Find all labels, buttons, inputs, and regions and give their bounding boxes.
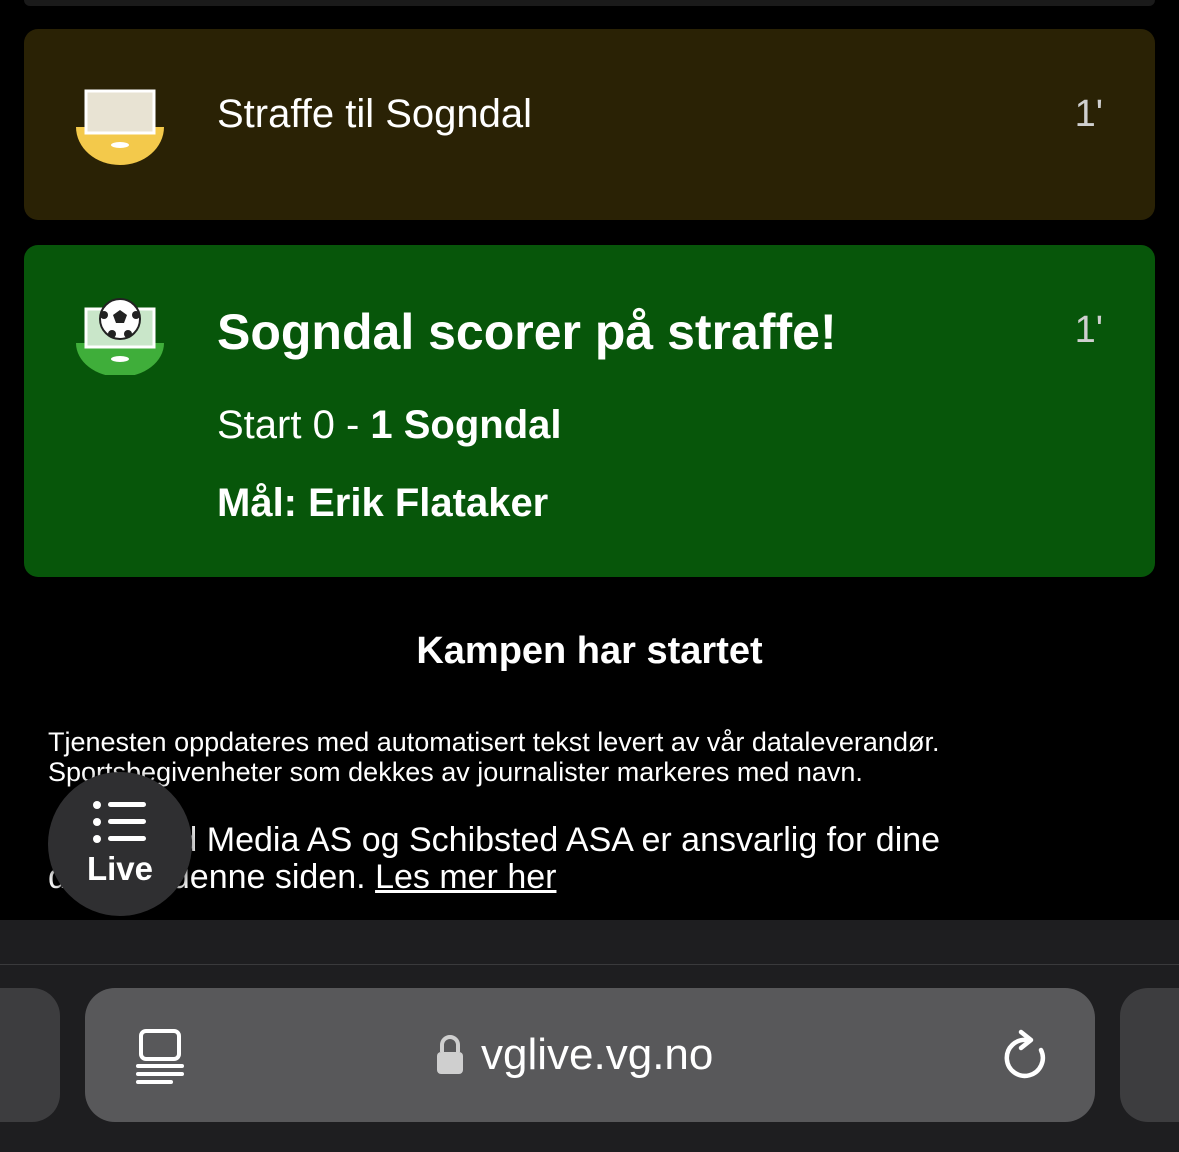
event-minute: 1': [1074, 309, 1103, 351]
live-button[interactable]: Live: [48, 772, 192, 916]
goal-title: Sogndal scorer på straffe!: [217, 304, 837, 360]
reload-icon[interactable]: [1001, 1028, 1053, 1084]
goal-score: Start 0 - 1 Sogndal: [217, 403, 562, 447]
url-text[interactable]: vglive.vg.no: [481, 1030, 713, 1080]
event-minute: 1': [1074, 93, 1103, 135]
service-info-text: Tjenesten oppdateres med automatisert te…: [48, 727, 940, 787]
goal-scorer: Mål: Erik Flataker: [217, 481, 549, 525]
penalty-icon: [76, 89, 164, 165]
lock-icon: [437, 1035, 463, 1074]
list-icon: [93, 801, 146, 843]
goal-icon: [76, 298, 164, 375]
score-bold: 1 Sogndal: [370, 403, 562, 447]
browser-toolbar: vglive.vg.no: [0, 920, 1179, 1152]
score-prefix: Start 0 -: [217, 403, 371, 447]
live-label: Live: [86, 850, 154, 887]
read-more-link[interactable]: Les mer her: [375, 858, 556, 896]
next-tab[interactable]: [1120, 988, 1179, 1122]
divider: [0, 964, 1179, 965]
address-bar[interactable]: vglive.vg.no: [85, 988, 1095, 1122]
previous-card-edge: [24, 0, 1155, 6]
event-text: Straffe til Sogndal: [217, 92, 533, 136]
reader-icon[interactable]: [135, 1028, 185, 1084]
privacy-notice: Schibsted Media AS og Schibsted ASA er a…: [48, 822, 1148, 896]
event-card-goal[interactable]: Sogndal scorer på straffe! Start 0 - 1 S…: [24, 245, 1155, 577]
match-started-heading: Kampen har startet: [416, 630, 763, 672]
previous-tab[interactable]: [0, 988, 60, 1122]
event-card-penalty[interactable]: Straffe til Sogndal 1': [24, 29, 1155, 220]
